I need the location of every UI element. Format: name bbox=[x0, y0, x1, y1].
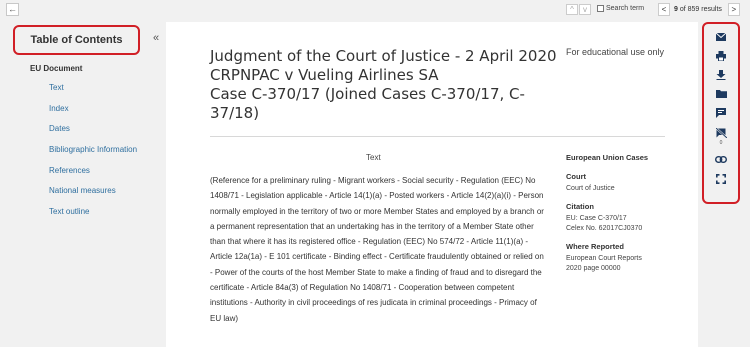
document-actions-toolbar: 0 bbox=[702, 22, 740, 204]
title-line-3: Case C-370/17 (Joined Cases C-370/17, C-… bbox=[210, 85, 525, 122]
previous-result-button[interactable]: < bbox=[658, 3, 670, 16]
citation-line-1: EU: Case C-370/17 bbox=[566, 215, 627, 222]
text-section-heading: Text bbox=[366, 153, 381, 162]
eu-document-heading: EU Document bbox=[30, 64, 83, 73]
results-navigator: < 9 of 859 results > bbox=[658, 3, 740, 16]
court-label: Court bbox=[566, 172, 586, 181]
annotate-icon[interactable] bbox=[704, 108, 738, 120]
top-bar: ← ^ v Search term < 9 of 859 results > bbox=[0, 0, 750, 20]
toc-item-national-measures[interactable]: National measures bbox=[49, 185, 137, 206]
citation-label: Citation bbox=[566, 202, 594, 211]
document-panel: Judgment of the Court of Justice - 2 Apr… bbox=[166, 22, 698, 347]
next-hit-button[interactable]: v bbox=[579, 4, 591, 15]
document-body-text: (Reference for a preliminary ruling - Mi… bbox=[210, 176, 544, 323]
toc-item-index[interactable]: Index bbox=[49, 103, 137, 124]
hide-annotations-count: 0 bbox=[719, 140, 723, 146]
reported-line-2: 2020 page 00000 bbox=[566, 265, 621, 272]
toc-list: Text Index Dates Bibliographic Informati… bbox=[49, 82, 137, 227]
previous-hit-button[interactable]: ^ bbox=[566, 4, 578, 15]
search-term-checkbox[interactable] bbox=[597, 5, 604, 12]
next-result-button[interactable]: > bbox=[727, 3, 740, 16]
search-term-toggle[interactable]: Search term bbox=[597, 5, 644, 12]
hide-annotations-icon[interactable] bbox=[704, 127, 738, 140]
results-counter: 9 of 859 results bbox=[670, 6, 726, 13]
collapse-sidebar-icon[interactable]: « bbox=[153, 32, 159, 44]
toc-item-references[interactable]: References bbox=[49, 165, 137, 186]
search-term-label: Search term bbox=[606, 5, 645, 12]
table-of-contents-sidebar: Table of Contents « EU Document Text Ind… bbox=[0, 22, 166, 347]
toc-item-text-outline[interactable]: Text outline bbox=[49, 206, 137, 227]
back-button[interactable]: ← bbox=[6, 3, 19, 16]
citation-line-2: Celex No. 62017CJ0370 bbox=[566, 225, 643, 232]
document-title: Judgment of the Court of Justice - 2 Apr… bbox=[210, 47, 560, 123]
fullscreen-icon[interactable] bbox=[704, 174, 738, 186]
where-reported-label: Where Reported bbox=[566, 242, 624, 251]
metadata-panel: European Union Cases Court Court of Just… bbox=[566, 153, 676, 274]
toc-item-text[interactable]: Text bbox=[49, 82, 137, 103]
reported-line-1: European Court Reports bbox=[566, 255, 642, 262]
metadata-section-title: European Union Cases bbox=[566, 153, 649, 162]
court-value: Court of Justice bbox=[566, 185, 615, 192]
email-icon[interactable] bbox=[704, 32, 738, 43]
title-line-2: CRPNPAC v Vueling Airlines SA bbox=[210, 66, 439, 84]
educational-use-note: For educational use only bbox=[566, 47, 665, 57]
search-hit-navigation: ^ v bbox=[566, 4, 592, 15]
table-of-contents-button[interactable]: Table of Contents bbox=[13, 25, 140, 55]
download-icon[interactable] bbox=[704, 70, 738, 82]
link-icon[interactable] bbox=[704, 155, 738, 165]
title-line-1: Judgment of the Court of Justice - 2 Apr… bbox=[210, 47, 557, 65]
folder-icon[interactable] bbox=[704, 89, 738, 100]
print-icon[interactable] bbox=[704, 51, 738, 63]
toc-item-bibliographic-information[interactable]: Bibliographic Information bbox=[49, 144, 137, 165]
results-total: 859 bbox=[687, 6, 700, 13]
back-arrow-icon: ← bbox=[8, 4, 17, 14]
results-sep: of bbox=[677, 6, 688, 13]
title-divider bbox=[210, 136, 665, 137]
results-suffix: results bbox=[699, 6, 722, 13]
toc-item-dates[interactable]: Dates bbox=[49, 123, 137, 144]
